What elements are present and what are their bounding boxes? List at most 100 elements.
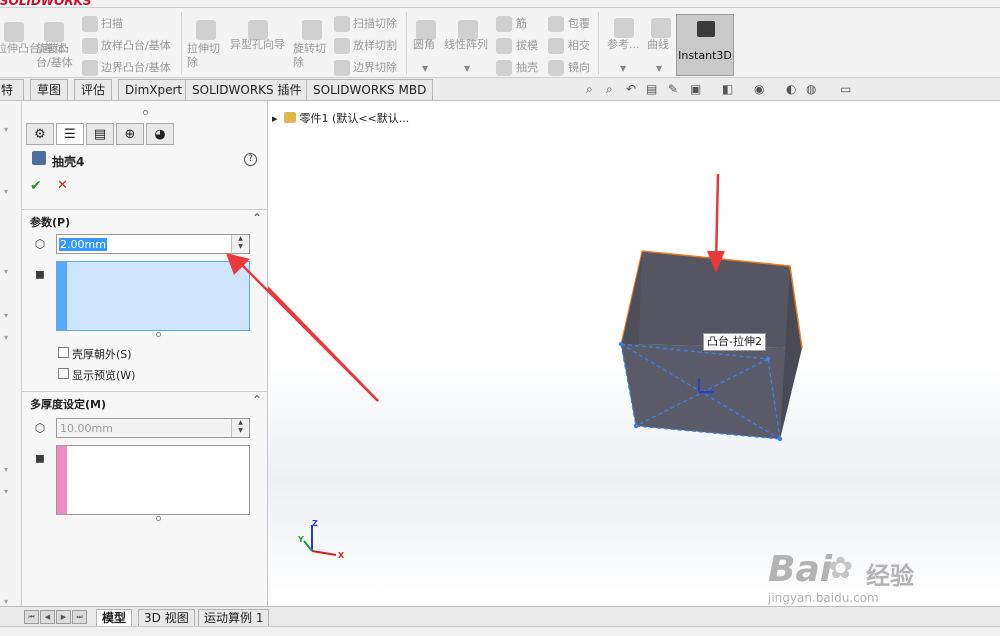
tab-sketch[interactable]: 草图 (30, 79, 69, 100)
boundary-boss-label[interactable]: 边界凸台/基体 (101, 61, 171, 75)
zoom-to-fit-icon[interactable]: ⌕ (586, 82, 593, 97)
draft-label[interactable]: 拔模 (516, 39, 538, 53)
instant3d-button[interactable]: Instant3D (676, 14, 734, 76)
spin-arrows-icon[interactable]: ▲ ▼ (231, 419, 249, 437)
tab-features[interactable]: 特征 (0, 79, 24, 117)
collapsed-item-icon[interactable]: ▾ (4, 487, 14, 496)
collapsed-item-icon[interactable]: ▾ (4, 311, 14, 320)
revolve-boss-icon[interactable] (44, 22, 64, 42)
extrude-cut-icon[interactable] (196, 20, 216, 40)
revolve-boss-label[interactable]: 旋转凸台/基体 (36, 42, 78, 70)
ok-button[interactable]: ✔ (30, 178, 42, 194)
first-tab-icon[interactable]: ⏮ (24, 610, 39, 624)
dynamic-annotation-icon[interactable]: ✎ (668, 82, 678, 96)
cancel-button[interactable]: ✕ (57, 178, 68, 193)
fillet-icon[interactable] (416, 20, 436, 40)
wrap-icon[interactable] (548, 16, 564, 32)
shell-outward-checkbox[interactable] (58, 347, 69, 358)
multi-thickness-spinbox[interactable]: 10.00mm ▲ ▼ (56, 418, 250, 438)
view-orientation-icon[interactable]: ▣ (690, 82, 701, 96)
wrap-label[interactable]: 包覆 (568, 17, 590, 31)
help-icon[interactable]: ? (244, 153, 257, 166)
configuration-manager-tab-icon[interactable]: ▤ (86, 123, 114, 145)
zoom-area-icon[interactable]: ⌕ (606, 82, 613, 97)
linear-pattern-icon[interactable] (458, 20, 478, 40)
sweep-label[interactable]: 扫描 (101, 17, 123, 31)
display-manager-tab-icon[interactable]: ◕ (146, 123, 174, 145)
tab-addins[interactable]: SOLIDWORKS 插件 (185, 79, 309, 100)
curves-dropdown-icon[interactable]: ▼ (656, 64, 662, 73)
multi-thickness-faces-list[interactable] (56, 445, 250, 515)
lofted-cut-label[interactable]: 放样切割 (353, 39, 397, 53)
revolve-cut-label[interactable]: 旋转切除 (293, 42, 327, 70)
next-tab-icon[interactable]: ▶ (56, 610, 71, 624)
list-resize-grip[interactable] (156, 516, 161, 521)
reference-geometry-icon[interactable] (614, 18, 634, 38)
shell-outward-label[interactable]: 壳厚朝外(S) (72, 346, 132, 362)
fillet-label[interactable]: 圆角 (413, 38, 435, 52)
hide-show-items-icon[interactable]: ◉ (754, 82, 764, 96)
rib-icon[interactable] (496, 16, 512, 32)
tab-evaluate[interactable]: 评估 (74, 79, 113, 100)
list-resize-grip[interactable] (156, 332, 161, 337)
boundary-cut-icon[interactable] (334, 60, 350, 76)
collapsed-item-icon[interactable]: ▾ (4, 187, 14, 196)
show-preview-label[interactable]: 显示预览(W) (72, 367, 135, 383)
pattern-dropdown-icon[interactable]: ▼ (464, 64, 470, 73)
mirror-label[interactable]: 镜向 (568, 61, 590, 75)
boundary-cut-label[interactable]: 边界切除 (353, 61, 397, 75)
lofted-cut-icon[interactable] (334, 38, 350, 54)
collapsed-item-icon[interactable]: ▾ (4, 125, 14, 134)
mirror-icon[interactable] (548, 60, 564, 76)
tab-dimxpert[interactable]: DimXpert (118, 79, 190, 100)
dimxpert-manager-tab-icon[interactable]: ⊕ (116, 123, 144, 145)
curves-icon[interactable] (651, 18, 671, 38)
reference-label[interactable]: 参考... (607, 38, 640, 52)
collapsed-item-icon[interactable]: ▾ (4, 267, 14, 276)
intersect-icon[interactable] (548, 38, 564, 54)
swept-cut-label[interactable]: 扫描切除 (353, 17, 397, 31)
loft-label[interactable]: 放样凸台/基体 (101, 39, 171, 53)
show-preview-checkbox[interactable] (58, 368, 69, 379)
loft-icon[interactable] (82, 38, 98, 54)
collapsed-item-icon[interactable]: ▾ (4, 333, 14, 342)
boundary-boss-icon[interactable] (82, 60, 98, 76)
collapse-chevron-icon[interactable]: ⌃ (252, 211, 262, 225)
revolve-cut-icon[interactable] (302, 20, 322, 40)
feature-manager-tab-icon[interactable]: ⚙ (26, 123, 54, 145)
shell-icon[interactable] (496, 60, 512, 76)
tab-motion-study[interactable]: 运动算例 1 (198, 609, 270, 627)
prev-tab-icon[interactable]: ◀ (40, 610, 55, 624)
display-style-icon[interactable]: ◧ (722, 82, 733, 96)
extrude-boss-label[interactable]: 拉伸凸台/基体 (0, 42, 66, 56)
fillet-dropdown-icon[interactable]: ▼ (422, 64, 428, 73)
tab-mbd[interactable]: SOLIDWORKS MBD (306, 79, 434, 100)
rib-label[interactable]: 筋 (516, 17, 527, 31)
edit-appearance-icon[interactable]: ◐ (786, 82, 796, 96)
curves-label[interactable]: 曲线 (647, 38, 669, 52)
extrude-boss-icon[interactable] (4, 22, 24, 42)
parameters-section-header[interactable]: 参数(P) ⌃ (22, 209, 268, 229)
property-manager-tab-icon[interactable]: ☰ (56, 123, 84, 145)
apply-scene-icon[interactable]: ◍ (806, 82, 816, 96)
extrude-cut-label[interactable]: 拉伸切除 (187, 42, 221, 70)
section-view-icon[interactable]: ▤ (646, 82, 657, 96)
tab-model[interactable]: 模型 (96, 609, 133, 627)
view-settings-icon[interactable]: ▭ (840, 82, 851, 96)
draft-icon[interactable] (496, 38, 512, 54)
reference-dropdown-icon[interactable]: ▼ (620, 64, 626, 73)
hole-wizard-icon[interactable] (248, 20, 268, 40)
panel-resize-grip[interactable] (143, 110, 148, 115)
tab-3d-views[interactable]: 3D 视图 (138, 609, 195, 627)
previous-view-icon[interactable]: ↶ (626, 82, 636, 96)
swept-cut-icon[interactable] (334, 16, 350, 32)
intersect-label[interactable]: 相交 (568, 39, 590, 53)
linear-pattern-label[interactable]: 线性阵列 (444, 38, 488, 52)
collapsed-item-icon[interactable]: ▾ (4, 597, 14, 606)
sweep-icon[interactable] (82, 16, 98, 32)
shell-label[interactable]: 抽壳 (516, 61, 538, 75)
collapsed-item-icon[interactable]: ▾ (4, 465, 14, 474)
hole-wizard-label[interactable]: 异型孔向导 (230, 38, 285, 52)
thickness-value[interactable]: 2.00mm (59, 238, 107, 251)
last-tab-icon[interactable]: ⏭ (72, 610, 87, 624)
